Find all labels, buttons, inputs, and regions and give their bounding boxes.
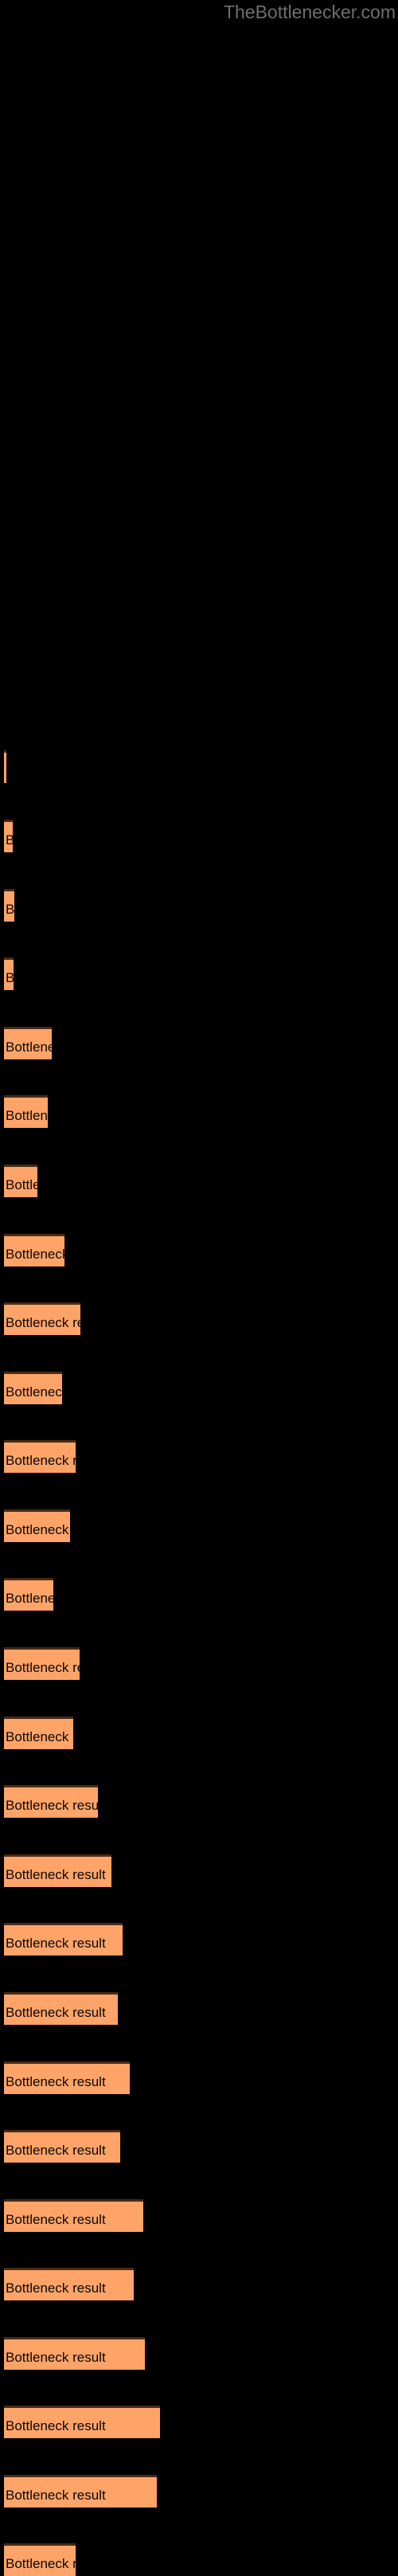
bar-row: Bottleneck result bbox=[0, 820, 398, 852]
bottleneck-chart-page: TheBottlenecker.com Bottleneck resultBot… bbox=[0, 0, 398, 2576]
bar-row: Bottleneck result bbox=[0, 889, 398, 922]
bar-label: Bottleneck result bbox=[6, 1936, 106, 1951]
bar-23[interactable]: Bottleneck result bbox=[4, 2268, 134, 2300]
bar-label: Bottleneck result bbox=[6, 1798, 98, 1813]
bar-17[interactable]: Bottleneck result bbox=[4, 1854, 111, 1887]
bar-row: Bottleneck result bbox=[0, 2475, 398, 2507]
bar-row: Bottleneck result bbox=[0, 1302, 398, 1335]
bar-chart-plot-area: Bottleneck result Bottleneck result Bottle… bbox=[0, 0, 398, 2576]
bar-13[interactable]: Bottleneck result bbox=[4, 1578, 53, 1611]
bar-row: Bottleneck result bbox=[0, 1440, 398, 1473]
bar-label: Bottleneck result bbox=[6, 1177, 37, 1192]
bar-row: Bottleneck result bbox=[0, 2061, 398, 2094]
bar-label: Bottleneck result bbox=[6, 1315, 80, 1330]
bar-row: Bottleneck result bbox=[0, 1578, 398, 1611]
bar-15[interactable]: Bottleneck result bbox=[4, 1717, 73, 1749]
bar-22[interactable]: Bottleneck result bbox=[4, 2199, 143, 2232]
bar-label: Bottleneck result bbox=[6, 2488, 106, 2503]
bar-row: Bottleneck result bbox=[0, 1372, 398, 1404]
bar-row: Bottleneck result bbox=[0, 957, 398, 990]
bar-row: Bottleneck result bbox=[0, 1165, 398, 1197]
bar-8[interactable]: Bottleneck result bbox=[4, 1234, 64, 1266]
bar-row: Bottleneck result bbox=[0, 2406, 398, 2438]
bar-label: Bottleneck result bbox=[6, 1108, 48, 1123]
bar-label: Bottleneck result bbox=[6, 1039, 52, 1055]
bar-27[interactable]: Bottleneck result bbox=[4, 2543, 76, 2576]
bar-label: Bottleneck result bbox=[4, 833, 13, 847]
bar-label: Bottleneck result bbox=[6, 1660, 80, 1675]
bar-label: Bottleneck result bbox=[6, 902, 14, 917]
bar-row: Bottleneck result bbox=[0, 2268, 398, 2300]
bar-2[interactable]: Bottleneck result bbox=[4, 820, 13, 852]
bar-label: Bottleneck result bbox=[6, 2418, 106, 2433]
bar-14[interactable]: Bottleneck result bbox=[4, 1647, 80, 1680]
bar-label: Bottleneck result bbox=[6, 1591, 53, 1606]
bar-24[interactable]: Bottleneck result bbox=[4, 2337, 145, 2370]
bar-7[interactable]: Bottleneck result bbox=[4, 1165, 37, 1197]
bar-label: Bottleneck result bbox=[6, 2350, 106, 2365]
bar-1[interactable]: Bottleneck result bbox=[4, 750, 6, 783]
bar-label: Bottleneck result bbox=[4, 764, 6, 777]
bar-label: Bottleneck result bbox=[6, 1867, 106, 1882]
bar-row: Bottleneck result bbox=[0, 1095, 398, 1128]
bar-21[interactable]: Bottleneck result bbox=[4, 2130, 120, 2163]
bar-row: Bottleneck result bbox=[0, 1923, 398, 1955]
bar-16[interactable]: Bottleneck result bbox=[4, 1785, 98, 1818]
bar-4[interactable]: Bottleneck result bbox=[4, 957, 14, 990]
bar-row: Bottleneck result bbox=[0, 1992, 398, 2025]
bar-label: Bottleneck result bbox=[6, 2212, 106, 2227]
bar-row: Bottleneck result bbox=[0, 2199, 398, 2232]
bar-11[interactable]: Bottleneck result bbox=[4, 1440, 76, 1473]
bar-row: Bottleneck result bbox=[0, 2543, 398, 2576]
bar-row: Bottleneck result bbox=[0, 1234, 398, 1266]
bar-20[interactable]: Bottleneck result bbox=[4, 2061, 130, 2094]
bar-10[interactable]: Bottleneck result bbox=[4, 1372, 62, 1404]
bar-12[interactable]: Bottleneck result bbox=[4, 1509, 70, 1542]
bar-row: Bottleneck result bbox=[0, 1785, 398, 1818]
bar-row: Bottleneck result bbox=[0, 2130, 398, 2163]
bar-label: Bottleneck result bbox=[6, 1384, 62, 1400]
bar-row: Bottleneck result bbox=[0, 1509, 398, 1542]
bar-label: Bottleneck result bbox=[4, 971, 14, 985]
bar-label: Bottleneck result bbox=[6, 2556, 76, 2571]
bar-5[interactable]: Bottleneck result bbox=[4, 1027, 52, 1059]
bar-row: Bottleneck result bbox=[0, 2337, 398, 2370]
bar-19[interactable]: Bottleneck result bbox=[4, 1992, 118, 2025]
bar-label: Bottleneck result bbox=[6, 2143, 106, 2158]
bar-row: Bottleneck result bbox=[0, 1854, 398, 1887]
bar-label: Bottleneck result bbox=[6, 2074, 106, 2089]
bar-label: Bottleneck result bbox=[6, 1247, 64, 1262]
bar-row: Bottleneck result bbox=[0, 1717, 398, 1749]
bar-26[interactable]: Bottleneck result bbox=[4, 2475, 157, 2507]
bar-label: Bottleneck result bbox=[6, 1453, 76, 1468]
bar-18[interactable]: Bottleneck result bbox=[4, 1923, 123, 1955]
bar-label: Bottleneck result bbox=[6, 2005, 106, 2020]
bar-label: Bottleneck result bbox=[6, 1522, 70, 1537]
bar-row: Bottleneck result bbox=[0, 1027, 398, 1059]
bar-25[interactable]: Bottleneck result bbox=[4, 2406, 160, 2438]
bar-6[interactable]: Bottleneck result bbox=[4, 1095, 48, 1128]
bar-3[interactable]: Bottleneck result bbox=[4, 889, 14, 922]
bar-row: Bottleneck result bbox=[0, 750, 398, 783]
bar-row: Bottleneck result bbox=[0, 1647, 398, 1680]
bar-label: Bottleneck result bbox=[6, 1729, 73, 1744]
bar-label: Bottleneck result bbox=[6, 2280, 106, 2296]
bar-9[interactable]: Bottleneck result bbox=[4, 1302, 80, 1335]
